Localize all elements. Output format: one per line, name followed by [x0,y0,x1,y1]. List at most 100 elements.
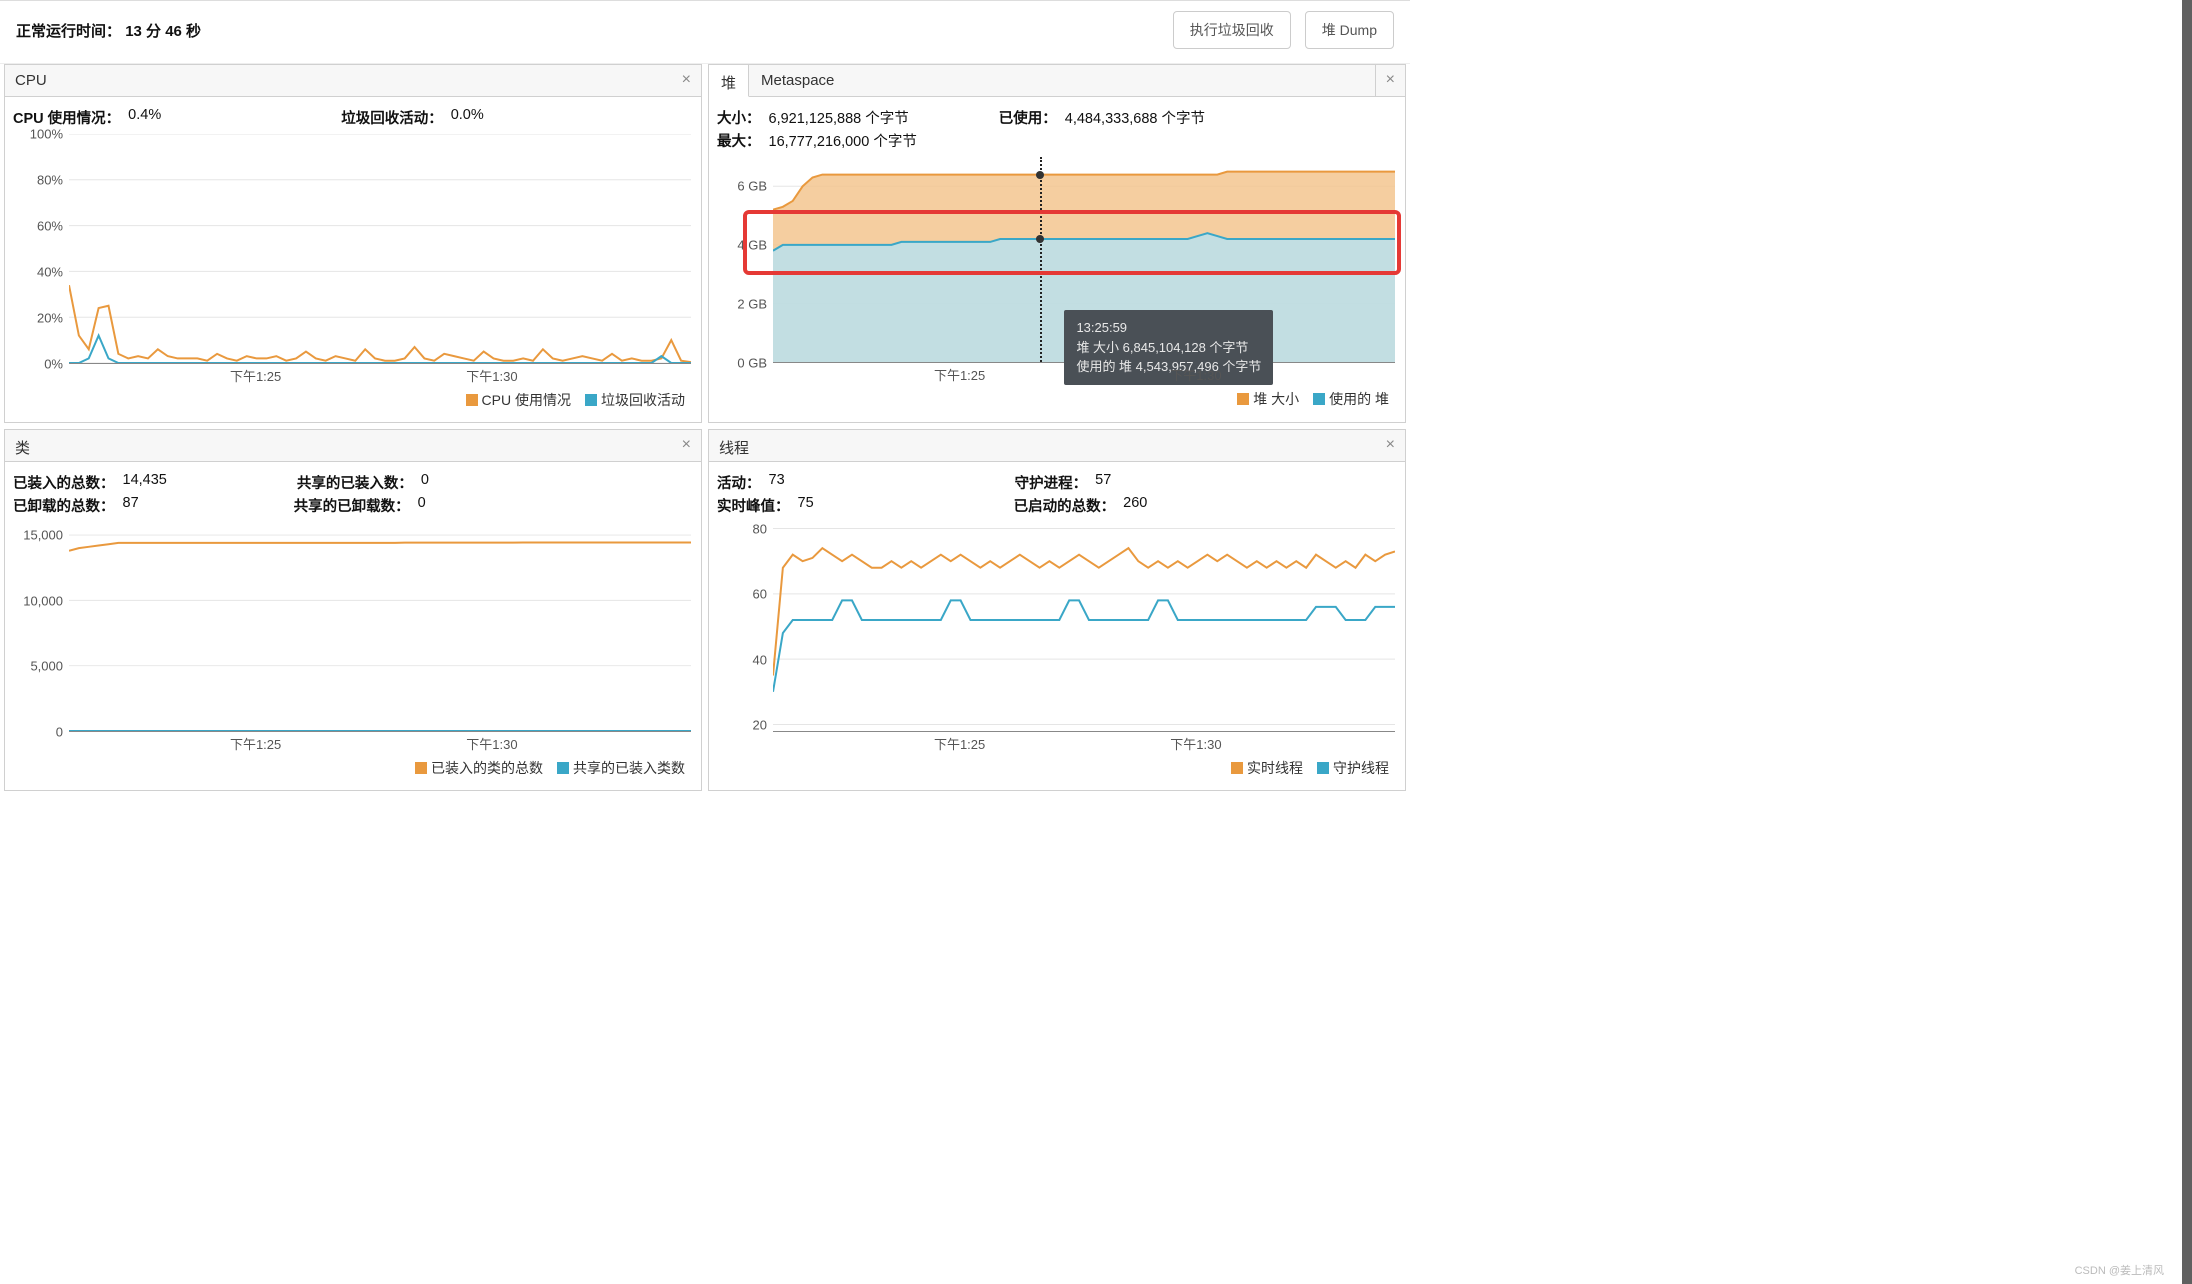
classes-stats-1: 已装入的总数 14,435共享的已装入数 0 [13,472,695,493]
legend-label: 守护线程 [1333,760,1389,776]
y-tick-label: 0 GB [737,356,767,371]
legend-swatch [415,762,427,774]
y-tick-label: 20% [37,311,63,326]
highlight-box [743,210,1401,275]
y-tick-label: 100% [30,127,63,142]
stat-label: 守护进程 [1015,472,1088,493]
stat-value: 4,484,333,688 个字节 [1065,107,1205,128]
classes-stats-2: 已卸载的总数 87 共享的已卸载数 0 [13,495,695,516]
tooltip-line: 堆 大小 6,845,104,128 个字节 [1076,338,1261,358]
stat-pair: 守护进程 57 [1015,472,1112,493]
stat-pair: 活动 73 [717,472,785,493]
x-tick-label: 下午1:25 [934,734,985,753]
x-tick-label: 下午1:30 [466,734,517,753]
y-tick-label: 40 [753,652,767,667]
legend-swatch [1313,393,1325,405]
stat-pair: 已卸载的总数 87 [13,495,139,516]
uptime-label: 正常运行时间 [16,23,106,40]
legend-swatch [557,762,569,774]
tab-metaspace[interactable]: Metaspace [749,65,1376,96]
stat-label: 共享的已装入数 [297,472,413,493]
threads-stats-1: 活动 73 守护进程 57 [717,472,1399,493]
stat-pair: 已使用 4,484,333,688 个字节 [999,107,1205,128]
x-tick-label: 下午1:25 [934,365,985,384]
stat-pair: 共享的已卸载数 0 [294,495,426,516]
cpu-panel: CPU × CPU 使用情况 0.4%垃圾回收活动 0.0% 0%20%40%6… [4,64,702,423]
stat-pair: 已启动的总数 260 [1014,495,1148,516]
classes-legend: 已装入的类的总数 共享的已装入类数 [13,752,695,786]
stat-value: 0.4% [128,107,161,128]
stat-label: 已启动的总数 [1014,495,1116,516]
stat-label: 已卸载的总数 [13,495,115,516]
close-icon[interactable]: × [1376,430,1405,461]
legend-label: 实时线程 [1247,760,1303,776]
stat-pair: 大小 6,921,125,888 个字节 [717,107,909,128]
heap-stats-1: 大小 6,921,125,888 个字节 已使用 4,484,333,688 个字… [717,107,1399,128]
legend-label: 已装入的类的总数 [431,760,543,776]
x-tick-label: 下午1:30 [466,366,517,385]
stat-pair: 垃圾回收活动 0.0% [341,107,484,128]
stat-value: 57 [1095,472,1111,493]
x-tick-label: 下午1:25 [230,366,281,385]
threads-stats-2: 实时峰值 75 已启动的总数 260 [717,495,1399,516]
stat-value: 14,435 [123,472,167,493]
scrollbar[interactable] [2182,0,2192,1284]
stat-value: 87 [123,495,139,516]
stat-value: 0 [418,495,426,516]
stat-value: 260 [1123,495,1147,516]
stat-pair: CPU 使用情况 0.4% [13,107,161,128]
close-icon[interactable]: × [672,430,701,461]
y-tick-label: 40% [37,265,63,280]
stat-label: 实时峰值 [717,495,790,516]
tab-heap[interactable]: 堆 [709,65,749,97]
topbar: 正常运行时间： 13 分 46 秒 执行垃圾回收 堆 Dump [0,0,1410,64]
cpu-legend: CPU 使用情况垃圾回收活动 [13,384,695,418]
y-tick-label: 80% [37,173,63,188]
cpu-stats: CPU 使用情况 0.4% 垃圾回收活动 0.0% [13,107,695,128]
legend-swatch [1231,762,1243,774]
legend-label: 共享的已装入类数 [573,760,685,776]
stat-pair: 实时峰值 75 [717,495,814,516]
chart-marker-dot [1036,171,1044,179]
close-icon[interactable]: × [1376,65,1405,96]
y-tick-label: 0 [56,725,63,740]
stat-value: 6,921,125,888 个字节 [769,107,909,128]
threads-title: 线程 [709,430,759,461]
tooltip-time: 13:25:59 [1076,318,1261,338]
legend-swatch [466,394,478,406]
classes-chart: 05,00010,00015,000下午1:25下午1:30 [13,522,695,752]
close-icon[interactable]: × [672,65,701,96]
stat-label: 大小 [717,107,761,128]
y-tick-label: 80 [753,521,767,536]
heap-chart: 0 GB2 GB4 GB6 GB13:25:59堆 大小 6,845,104,1… [717,157,1399,383]
stat-value: 0.0% [451,107,484,128]
legend-swatch [1237,393,1249,405]
stat-label: 最大 [717,130,761,151]
stat-value: 0 [421,472,429,493]
legend-label: 使用的 堆 [1329,391,1389,407]
heap-panel: 堆 Metaspace × 大小 6,921,125,888 个字节 已使用 4,… [708,64,1406,423]
watermark: CSDN @姜上清风 [2075,1262,2164,1278]
dashboard-grid: CPU × CPU 使用情况 0.4%垃圾回收活动 0.0% 0%20%40%6… [0,64,1410,791]
heap-legend: 堆 大小使用的 堆 [717,383,1399,417]
threads-legend: 实时线程 守护线程 [717,752,1399,786]
heap-dump-button[interactable]: 堆 Dump [1305,11,1394,49]
y-tick-label: 6 GB [737,179,767,194]
uptime: 正常运行时间： 13 分 46 秒 [16,20,201,41]
x-tick-label: 下午1:25 [230,734,281,753]
y-tick-label: 5,000 [30,659,63,674]
gc-button[interactable]: 执行垃圾回收 [1173,11,1291,49]
y-tick-label: 0% [44,357,63,372]
stat-label: 已使用 [999,107,1057,128]
top-actions: 执行垃圾回收 堆 Dump [1173,11,1394,49]
heap-stats-2: 最大 16,777,216,000 个字节 [717,130,1399,151]
stat-label: CPU 使用情况 [13,107,120,128]
stat-value: 75 [798,495,814,516]
stat-label: 垃圾回收活动 [341,107,443,128]
x-tick-label: 下午1:30 [1170,365,1221,384]
classes-title: 类 [5,430,40,461]
stat-value: 73 [769,472,785,493]
y-tick-label: 60 [753,587,767,602]
x-tick-label: 下午1:30 [1170,734,1221,753]
stat-label: 活动 [717,472,761,493]
